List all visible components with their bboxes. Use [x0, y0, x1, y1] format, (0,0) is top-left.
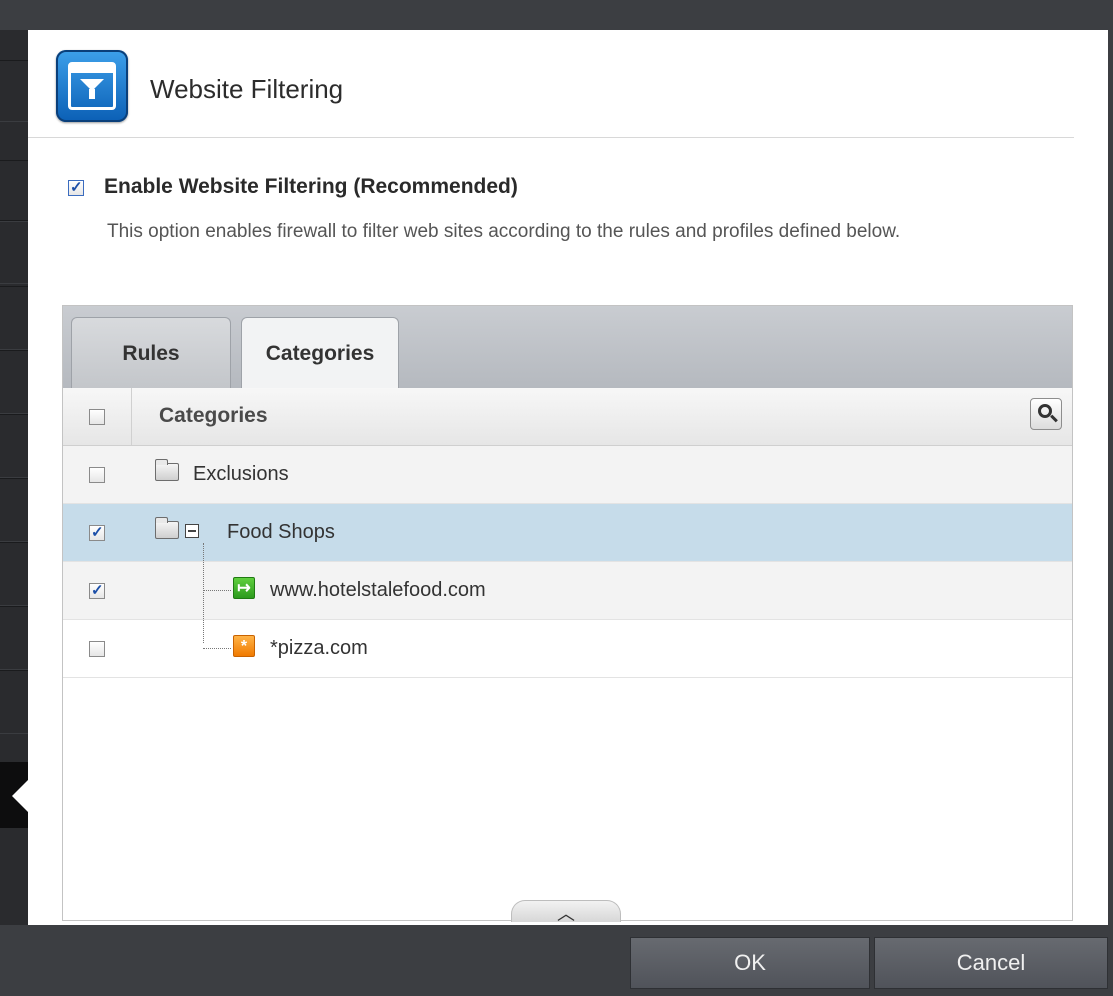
search-icon-handle	[1050, 414, 1058, 423]
tree-connector-vertical	[203, 543, 204, 643]
folder-icon	[155, 459, 179, 481]
sidebar-segment[interactable]	[0, 350, 28, 414]
table-row[interactable]: * *pizza.com	[63, 620, 1072, 678]
tab-rules[interactable]: Rules	[71, 317, 231, 388]
search-button[interactable]	[1030, 398, 1062, 430]
tree-connector	[203, 590, 231, 591]
allow-site-icon: ↦	[233, 577, 255, 599]
sidebar-segment[interactable]	[0, 160, 28, 222]
categories-panel: Rules Categories Categories Exclusions F…	[62, 305, 1073, 924]
enable-filtering-label[interactable]: Enable Website Filtering (Recommended)	[104, 175, 518, 199]
cancel-button[interactable]: Cancel	[874, 937, 1108, 989]
ok-button[interactable]: OK	[630, 937, 870, 989]
active-pointer-icon	[12, 780, 28, 812]
left-sidebar	[0, 30, 28, 926]
table-row[interactable]: ↦ www.hotelstalefood.com	[63, 562, 1072, 620]
sidebar-segment[interactable]	[0, 60, 28, 122]
row-label: Exclusions	[193, 463, 289, 485]
sidebar-segment[interactable]	[0, 286, 28, 350]
row-label: *pizza.com	[270, 637, 368, 659]
sidebar-segment[interactable]	[0, 542, 28, 606]
dialog-panel: Website Filtering Enable Website Filteri…	[28, 30, 1108, 925]
folder-icon	[155, 517, 179, 539]
row-checkbox[interactable]	[89, 581, 105, 599]
sidebar-segment[interactable]	[0, 414, 28, 478]
column-divider	[131, 388, 132, 445]
enable-filtering-description: This option enables firewall to filter w…	[107, 221, 901, 242]
table-header: Categories	[63, 388, 1072, 446]
table-row[interactable]: Exclusions	[63, 446, 1072, 504]
header-divider	[28, 137, 1074, 138]
dialog-title: Website Filtering	[150, 74, 344, 104]
sidebar-segment[interactable]	[0, 478, 28, 542]
tree-connector	[203, 648, 231, 649]
sidebar-segment[interactable]	[0, 670, 28, 734]
column-header-categories[interactable]: Categories	[159, 404, 268, 428]
row-checkbox[interactable]	[89, 467, 105, 483]
sidebar-segment[interactable]	[0, 220, 28, 284]
row-checkbox[interactable]	[89, 523, 105, 541]
website-filter-icon	[56, 50, 128, 122]
wildcard-site-icon: *	[233, 635, 255, 657]
row-label: www.hotelstalefood.com	[270, 579, 486, 601]
sidebar-segment[interactable]	[0, 606, 28, 670]
row-checkbox[interactable]	[89, 641, 105, 657]
dialog-footer: OK Cancel	[0, 925, 1113, 996]
tab-strip: Rules Categories	[63, 306, 1072, 389]
tab-categories[interactable]: Categories	[241, 317, 399, 389]
select-all-checkbox[interactable]	[89, 409, 105, 425]
top-bar	[0, 0, 1113, 30]
table-row[interactable]: Food Shops	[63, 504, 1072, 562]
enable-filtering-checkbox[interactable]	[68, 178, 84, 196]
row-label: Food Shops	[227, 521, 335, 543]
expand-panel-button[interactable]: ︿	[511, 900, 621, 924]
chevron-up-icon: ︿	[557, 904, 575, 924]
collapse-icon[interactable]	[185, 524, 199, 538]
